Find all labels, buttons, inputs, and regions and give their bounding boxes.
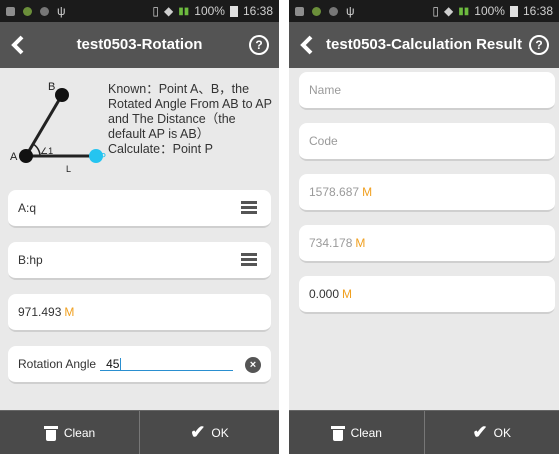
status-bar: ψ ▯ ◆ ▮▮ 100% 16:38 xyxy=(289,0,559,22)
battery-icon xyxy=(509,5,518,17)
battery-percent: 100% xyxy=(194,4,225,18)
rotation-angle-label: Rotation Angle xyxy=(18,357,97,371)
vibrate-icon: ▯ xyxy=(432,4,440,18)
settings-icon xyxy=(40,6,49,16)
clock: 16:38 xyxy=(242,4,273,18)
battery-percent: 100% xyxy=(474,4,505,18)
wifi-icon: ◆ xyxy=(444,4,454,18)
result-field: 1578.687 M xyxy=(299,174,555,212)
app-icon xyxy=(23,6,32,16)
ok-button[interactable]: ✔ OK xyxy=(139,411,279,454)
ok-button[interactable]: ✔ OK xyxy=(423,411,559,454)
title-bar: test0503-Rotation ? xyxy=(0,22,279,68)
check-icon: ✔ xyxy=(472,422,488,442)
point-a-value: A:q xyxy=(18,201,37,215)
settings-icon xyxy=(329,6,338,16)
label-l: L xyxy=(66,164,71,174)
point-b-marker xyxy=(55,88,69,102)
known-calculate-description: Known：Point A、B，the Rotated Angle From A… xyxy=(108,82,272,156)
code-input[interactable]: Code xyxy=(299,123,555,161)
usb-icon: ψ xyxy=(346,4,355,18)
ok-label: OK xyxy=(493,425,511,440)
back-icon[interactable] xyxy=(0,22,36,68)
point-b-selector[interactable]: B:hp xyxy=(8,242,271,280)
usb-icon: ψ xyxy=(57,4,66,18)
result-value: 1578.687 xyxy=(309,185,360,199)
list-icon[interactable] xyxy=(241,253,257,267)
clear-icon[interactable]: × xyxy=(245,357,261,373)
rotation-screen: ψ ▯ ◆ ▮▮ 100% 16:38 test0503-Rotation ? … xyxy=(0,0,279,454)
rotation-diagram: B A ∠1 L P xyxy=(10,81,106,174)
clean-button[interactable]: Clean xyxy=(289,411,424,454)
result-unit: M xyxy=(342,287,353,301)
name-placeholder: Name xyxy=(309,83,342,97)
label-angle: ∠1 xyxy=(40,146,53,156)
status-bar: ψ ▯ ◆ ▮▮ 100% 16:38 xyxy=(0,0,279,22)
rotation-angle-value[interactable]: 45 xyxy=(106,357,119,371)
distance-value: 971.493 xyxy=(18,305,62,319)
page-title: test0503-Calculation Result xyxy=(326,36,522,53)
clean-label: Clean xyxy=(63,425,96,440)
trash-icon xyxy=(330,425,345,441)
result-field: 0.000 M xyxy=(299,276,555,314)
name-input[interactable]: Name xyxy=(299,72,555,110)
trash-icon xyxy=(43,425,58,441)
back-icon[interactable] xyxy=(289,22,325,68)
calculation-result-screen: ψ ▯ ◆ ▮▮ 100% 16:38 test0503-Calculation… xyxy=(289,0,559,454)
signal-icon: ▮▮ xyxy=(178,5,190,17)
rotation-angle-input[interactable]: Rotation Angle 45 × xyxy=(8,346,271,384)
distance-unit: M xyxy=(64,305,75,319)
title-bar: test0503-Calculation Result ? xyxy=(289,22,559,68)
bottom-action-bar: Clean ✔ OK xyxy=(289,410,559,454)
point-a-selector[interactable]: A:q xyxy=(8,190,271,228)
page-title: test0503-Rotation xyxy=(76,36,203,53)
signal-icon: ▮▮ xyxy=(458,5,470,17)
app-icon xyxy=(312,6,321,16)
list-icon[interactable] xyxy=(241,201,257,215)
clean-button[interactable]: Clean xyxy=(0,411,139,454)
battery-icon xyxy=(229,5,238,17)
label-a: A xyxy=(10,151,18,163)
help-icon[interactable]: ? xyxy=(249,35,269,55)
result-value: 0.000 xyxy=(309,287,340,301)
notification-icon xyxy=(6,6,15,16)
input-underline xyxy=(100,370,233,371)
label-b: B xyxy=(48,81,55,93)
result-field: 734.178 M xyxy=(299,225,555,263)
text-cursor xyxy=(120,357,122,371)
result-unit: M xyxy=(355,236,366,250)
notification-icon xyxy=(295,6,304,16)
bottom-action-bar: Clean ✔ OK xyxy=(0,410,279,454)
clock: 16:38 xyxy=(522,4,553,18)
point-b-value: B:hp xyxy=(18,253,43,267)
diagram-area: B A ∠1 L P Known：Point A、B，the Rotated A… xyxy=(0,68,279,186)
result-value: 734.178 xyxy=(309,236,353,250)
code-placeholder: Code xyxy=(309,134,338,148)
clean-label: Clean xyxy=(350,425,382,440)
result-unit: M xyxy=(362,185,373,199)
vibrate-icon: ▯ xyxy=(152,4,160,18)
distance-input[interactable]: 971.493 M xyxy=(8,294,271,332)
help-icon[interactable]: ? xyxy=(529,35,549,55)
ok-label: OK xyxy=(211,425,229,440)
point-a-marker xyxy=(19,149,33,163)
label-p: P xyxy=(99,152,106,163)
check-icon: ✔ xyxy=(190,422,206,442)
wifi-icon: ◆ xyxy=(164,4,174,18)
